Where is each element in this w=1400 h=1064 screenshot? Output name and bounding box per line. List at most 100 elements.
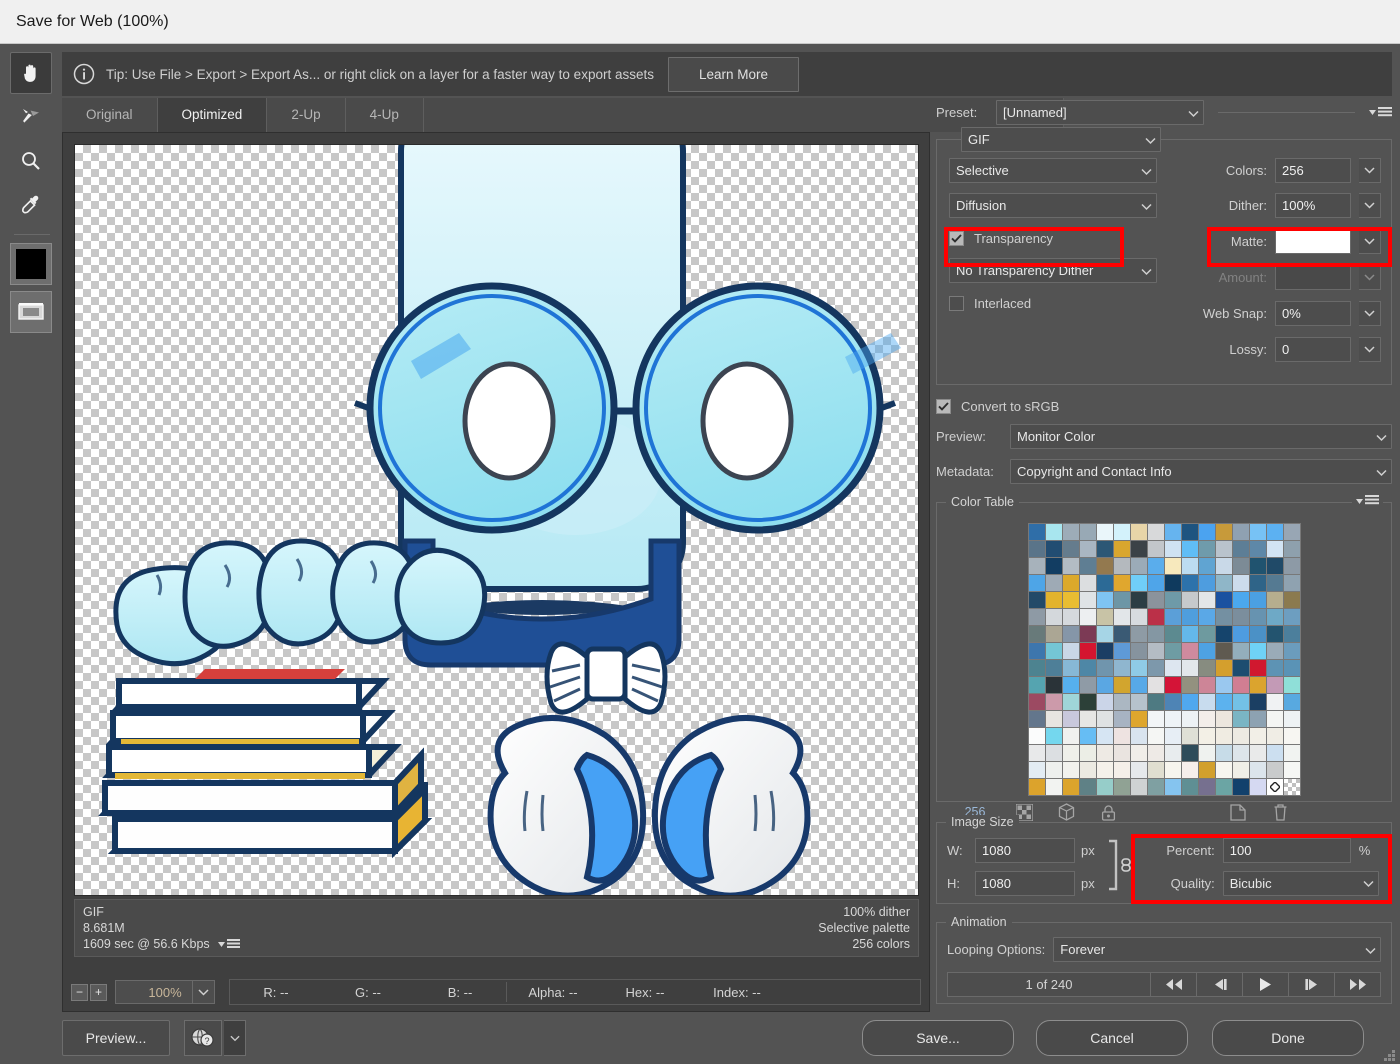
color-swatch[interactable] (1028, 626, 1045, 642)
looping-options-select[interactable]: Forever (1053, 937, 1381, 962)
color-swatch[interactable] (1147, 643, 1164, 659)
color-swatch[interactable] (1249, 694, 1266, 710)
color-swatch[interactable] (1113, 779, 1130, 795)
color-swatch[interactable] (1181, 626, 1198, 642)
color-swatch[interactable] (1164, 660, 1181, 676)
color-swatch[interactable] (1198, 660, 1215, 676)
color-swatch[interactable] (1283, 779, 1300, 795)
color-swatch[interactable] (1215, 677, 1232, 693)
color-swatch[interactable] (1249, 609, 1266, 625)
cancel-button[interactable]: Cancel (1036, 1020, 1188, 1056)
color-swatch[interactable] (1096, 745, 1113, 761)
color-swatch[interactable] (1045, 779, 1062, 795)
color-swatch[interactable] (1062, 524, 1079, 540)
quality-select[interactable]: Bicubic (1222, 870, 1379, 896)
color-swatch[interactable] (1062, 694, 1079, 710)
zoom-out-button[interactable]: − (71, 983, 88, 1001)
color-swatch[interactable] (1249, 660, 1266, 676)
color-swatch[interactable] (1215, 558, 1232, 574)
color-swatch[interactable] (1249, 524, 1266, 540)
eyedropper-tool[interactable] (10, 184, 52, 226)
color-swatch[interactable] (1062, 575, 1079, 591)
color-swatch[interactable] (1028, 677, 1045, 693)
color-swatch[interactable] (1130, 745, 1147, 761)
color-swatch[interactable] (1198, 643, 1215, 659)
dither-input[interactable]: 100% (1275, 193, 1351, 218)
percent-input[interactable]: 100 (1222, 837, 1351, 863)
color-swatch[interactable] (1079, 728, 1096, 744)
colors-stepper[interactable] (1359, 158, 1381, 183)
color-swatch[interactable] (1266, 558, 1283, 574)
color-swatch[interactable] (1215, 660, 1232, 676)
color-swatch[interactable] (1045, 626, 1062, 642)
color-swatch[interactable] (1283, 677, 1300, 693)
color-swatch[interactable] (1130, 609, 1147, 625)
color-swatch[interactable] (1266, 575, 1283, 591)
color-swatch[interactable] (1028, 762, 1045, 778)
color-swatch[interactable] (1249, 592, 1266, 608)
color-swatch[interactable] (1113, 745, 1130, 761)
color-swatch[interactable] (1113, 626, 1130, 642)
color-swatch[interactable] (1215, 592, 1232, 608)
color-swatch[interactable] (1164, 694, 1181, 710)
color-swatch[interactable] (1181, 660, 1198, 676)
color-swatch[interactable] (1181, 541, 1198, 557)
color-swatch[interactable] (1113, 711, 1130, 727)
color-swatch[interactable] (1215, 609, 1232, 625)
color-swatch[interactable] (1079, 711, 1096, 727)
color-swatch[interactable] (1266, 728, 1283, 744)
color-swatch[interactable] (1096, 609, 1113, 625)
color-swatch[interactable] (1096, 711, 1113, 727)
image-canvas[interactable] (74, 144, 919, 896)
color-swatch[interactable] (1147, 575, 1164, 591)
convert-srgb-row[interactable]: Convert to sRGB (936, 399, 1392, 414)
color-swatch[interactable] (1147, 541, 1164, 557)
color-swatch[interactable] (1113, 575, 1130, 591)
colors-input[interactable]: 256 (1275, 158, 1351, 183)
color-swatch[interactable] (1113, 592, 1130, 608)
lock-icon[interactable] (1087, 804, 1129, 821)
color-swatch[interactable] (1249, 711, 1266, 727)
color-swatch[interactable] (1181, 745, 1198, 761)
color-swatch[interactable] (1232, 711, 1249, 727)
last-frame-button[interactable] (1335, 972, 1381, 997)
color-swatch[interactable] (1249, 677, 1266, 693)
color-swatch[interactable] (1096, 779, 1113, 795)
color-swatch[interactable] (1198, 677, 1215, 693)
toggle-slices-button[interactable] (10, 291, 52, 333)
color-swatch[interactable] (1164, 779, 1181, 795)
zoom-level-select[interactable]: 100% (115, 980, 215, 1004)
preview-browser-dropdown[interactable] (224, 1020, 246, 1056)
tab-2-up[interactable]: 2-Up (267, 98, 346, 132)
color-swatch[interactable] (1062, 609, 1079, 625)
color-swatch[interactable] (1079, 558, 1096, 574)
zoom-tool[interactable] (10, 140, 52, 182)
cube-icon[interactable] (1045, 803, 1087, 821)
color-swatch[interactable] (1198, 592, 1215, 608)
color-swatch[interactable] (1266, 541, 1283, 557)
color-swatch[interactable] (1266, 694, 1283, 710)
color-swatch[interactable] (1232, 592, 1249, 608)
color-swatch[interactable] (1130, 711, 1147, 727)
color-swatch[interactable] (1130, 541, 1147, 557)
transparency-checkbox[interactable] (949, 231, 964, 246)
web-snap-input[interactable]: 0% (1275, 301, 1351, 326)
color-swatch[interactable] (1283, 728, 1300, 744)
color-swatch[interactable] (1283, 609, 1300, 625)
color-swatch[interactable] (1266, 609, 1283, 625)
color-swatch[interactable] (1079, 609, 1096, 625)
color-swatch[interactable] (1232, 643, 1249, 659)
color-swatch[interactable] (1164, 745, 1181, 761)
matte-color-swatch[interactable] (1275, 229, 1351, 254)
color-swatch[interactable] (1181, 779, 1198, 795)
color-swatch[interactable] (1283, 643, 1300, 659)
color-swatch[interactable] (1062, 558, 1079, 574)
dither-algorithm-select[interactable]: Diffusion (949, 193, 1157, 218)
color-swatch[interactable] (1096, 524, 1113, 540)
color-swatch[interactable] (1249, 762, 1266, 778)
color-swatch[interactable] (1249, 728, 1266, 744)
color-swatch[interactable] (1181, 762, 1198, 778)
color-swatch[interactable] (1062, 643, 1079, 659)
done-button[interactable]: Done (1212, 1020, 1364, 1056)
color-swatch[interactable] (1113, 660, 1130, 676)
